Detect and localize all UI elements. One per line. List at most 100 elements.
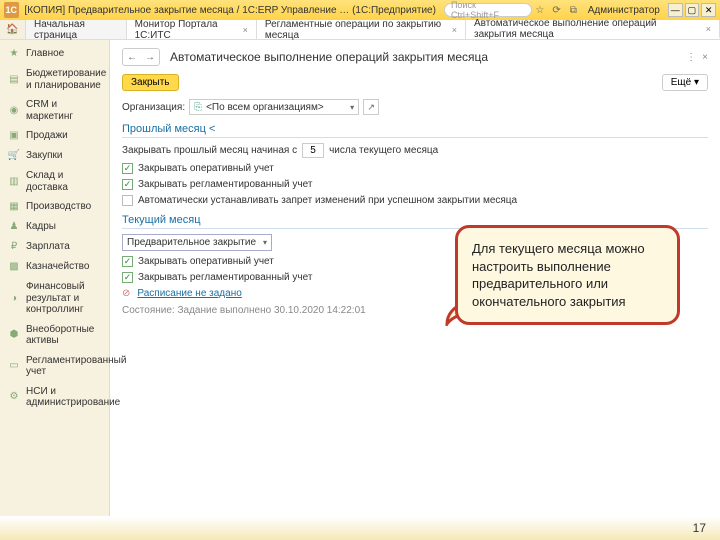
sidebar-item[interactable]: ◑Финансовый результат и контроллинг bbox=[0, 277, 109, 320]
sidebar-item-label: Главное bbox=[26, 48, 64, 60]
kebab-icon[interactable]: ⋮ bbox=[686, 52, 696, 63]
back-button[interactable]: ← bbox=[123, 49, 141, 65]
close-button[interactable]: Закрыть bbox=[122, 74, 179, 91]
sidebar-item[interactable]: ▦ Производство bbox=[0, 197, 109, 217]
star-icon: ★ bbox=[8, 48, 20, 60]
chevron-down-icon: ▾ bbox=[263, 238, 267, 247]
sales-icon: ▣ bbox=[8, 130, 20, 142]
page-number: 17 bbox=[693, 521, 706, 535]
history-icon[interactable]: ⟳ bbox=[550, 3, 563, 17]
tab-label: Монитор Портала 1С:ИТС bbox=[135, 19, 239, 41]
prev-text-a: Закрывать прошлый месяц начиная с bbox=[122, 145, 297, 156]
schedule-icon: ⊘ bbox=[122, 288, 130, 299]
main-panel: ← → Автоматическое выполнение операций з… bbox=[110, 40, 720, 516]
gear-icon: ⚙ bbox=[8, 391, 20, 403]
tab-label: Автоматическое выполнение операций закры… bbox=[474, 18, 702, 40]
box-icon: ▥ bbox=[8, 176, 20, 188]
checkbox-auto[interactable]: ✓ bbox=[122, 195, 133, 206]
more-button[interactable]: Ещё ▾ bbox=[662, 74, 708, 91]
org-open-button[interactable]: ↗ bbox=[363, 99, 379, 115]
checkbox-label: Автоматически устанавливать запрет измен… bbox=[138, 195, 517, 206]
close-window-button[interactable]: ✕ bbox=[701, 3, 716, 17]
day-input[interactable] bbox=[302, 143, 324, 158]
window-title: [КОПИЯ] Предварительное закрытие месяца … bbox=[25, 5, 436, 16]
sidebar-item-label: Бюджетирование и планирование bbox=[26, 68, 106, 91]
tab-label: Регламентные операции по закрытию месяца bbox=[265, 19, 448, 41]
page-title: Автоматическое выполнение операций закры… bbox=[170, 50, 488, 64]
section-prev-month: Прошлый месяц < bbox=[122, 123, 708, 138]
sidebar-item[interactable]: ★ Главное bbox=[0, 44, 109, 64]
sidebar-item-label: Кадры bbox=[26, 221, 56, 233]
money-icon: ₽ bbox=[8, 241, 20, 253]
sidebar-item-label: Зарплата bbox=[26, 241, 70, 253]
sidebar-item[interactable]: ▣ Продажи bbox=[0, 126, 109, 146]
sidebar-item[interactable]: ▭Регламентированный учет bbox=[0, 351, 109, 382]
checkbox-label: Закрывать регламентированный учет bbox=[138, 272, 312, 283]
tab-auto-close[interactable]: Автоматическое выполнение операций закры… bbox=[466, 20, 720, 39]
people-icon: ♟ bbox=[8, 221, 20, 233]
treasury-icon: ▩ bbox=[8, 261, 20, 273]
crm-icon: ◉ bbox=[8, 105, 20, 117]
tab-bar: 🏠 Начальная страница Монитор Портала 1С:… bbox=[0, 20, 720, 40]
close-icon[interactable]: × bbox=[706, 24, 711, 34]
org-value: <По всем организациям> bbox=[206, 102, 324, 113]
maximize-button[interactable]: ▢ bbox=[685, 3, 700, 17]
asset-icon: ⬢ bbox=[8, 329, 20, 341]
chevron-down-icon: ▾ bbox=[350, 103, 354, 112]
close-panel-icon[interactable]: × bbox=[702, 52, 708, 63]
sidebar-item-label: Казначейство bbox=[26, 261, 89, 273]
closing-type-select[interactable]: Предварительное закрытие ▾ bbox=[122, 234, 272, 251]
reg-icon: ▭ bbox=[8, 360, 20, 372]
sidebar-item-label: Внеоборотные активы bbox=[26, 324, 101, 347]
home-tab[interactable]: 🏠 bbox=[0, 20, 26, 39]
select-value: Предварительное закрытие bbox=[127, 237, 256, 248]
checkbox-cur-regl[interactable]: ✓ bbox=[122, 272, 133, 283]
checkbox-regl[interactable]: ✓ bbox=[122, 179, 133, 190]
sidebar-item-label: Производство bbox=[26, 201, 91, 213]
sidebar-item[interactable]: ₽ Зарплата bbox=[0, 237, 109, 257]
sidebar-item-label: Финансовый результат и контроллинг bbox=[26, 281, 101, 316]
close-icon[interactable]: × bbox=[452, 25, 457, 35]
prev-text-b: числа текущего месяца bbox=[329, 145, 438, 156]
user-label[interactable]: Администратор bbox=[588, 5, 660, 16]
chart-icon: ▤ bbox=[8, 74, 20, 86]
close-icon[interactable]: × bbox=[243, 25, 248, 35]
search-input[interactable]: Поиск Ctrl+Shift+F bbox=[444, 3, 532, 17]
org-select[interactable]: ⎘ <По всем организациям> ▾ bbox=[189, 99, 359, 115]
org-label: Организация: bbox=[122, 102, 185, 113]
sidebar-item[interactable]: ◉ CRM и маркетинг bbox=[0, 95, 109, 126]
sidebar-item[interactable]: 🛒 Закупки bbox=[0, 146, 109, 166]
bell-icon[interactable]: ☆ bbox=[534, 3, 547, 17]
sidebar-item[interactable]: ⚙НСИ и администрирование bbox=[0, 382, 109, 413]
sidebar-item[interactable]: ⬢ Внеоборотные активы bbox=[0, 320, 109, 351]
status-label: Состояние: bbox=[122, 305, 175, 316]
sidebar: ★Главное ▤Бюджетирование и планирование … bbox=[0, 40, 110, 516]
start-page-tab[interactable]: Начальная страница bbox=[26, 20, 127, 39]
sidebar-item[interactable]: ▩ Казначейство bbox=[0, 257, 109, 277]
nav-buttons: ← → bbox=[122, 48, 160, 66]
org-icon: ⎘ bbox=[194, 102, 202, 113]
slide-footer: 17 bbox=[0, 516, 720, 540]
checkbox-label: Закрывать оперативный учет bbox=[138, 163, 274, 174]
app-logo: 1C bbox=[4, 2, 19, 18]
factory-icon: ▦ bbox=[8, 201, 20, 213]
sidebar-item[interactable]: ▥ Склад и доставка bbox=[0, 166, 109, 197]
tab-reglament[interactable]: Регламентные операции по закрытию месяца… bbox=[257, 20, 466, 39]
schedule-link[interactable]: Расписание не задано bbox=[137, 288, 241, 299]
minimize-button[interactable]: — bbox=[668, 3, 683, 17]
checkbox-label: Закрывать регламентированный учет bbox=[138, 179, 312, 190]
status-value: Задание выполнено 30.10.2020 14:22:01 bbox=[177, 305, 365, 316]
tab-monitor[interactable]: Монитор Портала 1С:ИТС × bbox=[127, 20, 257, 39]
forward-button[interactable]: → bbox=[141, 49, 159, 65]
sidebar-item-label: Склад и доставка bbox=[26, 170, 101, 193]
link-icon[interactable]: ⧉ bbox=[567, 3, 580, 17]
cart-icon: 🛒 bbox=[8, 150, 20, 162]
sidebar-item-label: Продажи bbox=[26, 130, 68, 142]
sidebar-item-label: CRM и маркетинг bbox=[26, 99, 101, 122]
sidebar-item-label: НСИ и администрирование bbox=[26, 386, 120, 409]
checkbox-cur-oper[interactable]: ✓ bbox=[122, 256, 133, 267]
sidebar-item-label: Закупки bbox=[26, 150, 62, 162]
sidebar-item[interactable]: ▤ Бюджетирование и планирование bbox=[0, 64, 109, 95]
checkbox-oper[interactable]: ✓ bbox=[122, 163, 133, 174]
sidebar-item[interactable]: ♟ Кадры bbox=[0, 217, 109, 237]
